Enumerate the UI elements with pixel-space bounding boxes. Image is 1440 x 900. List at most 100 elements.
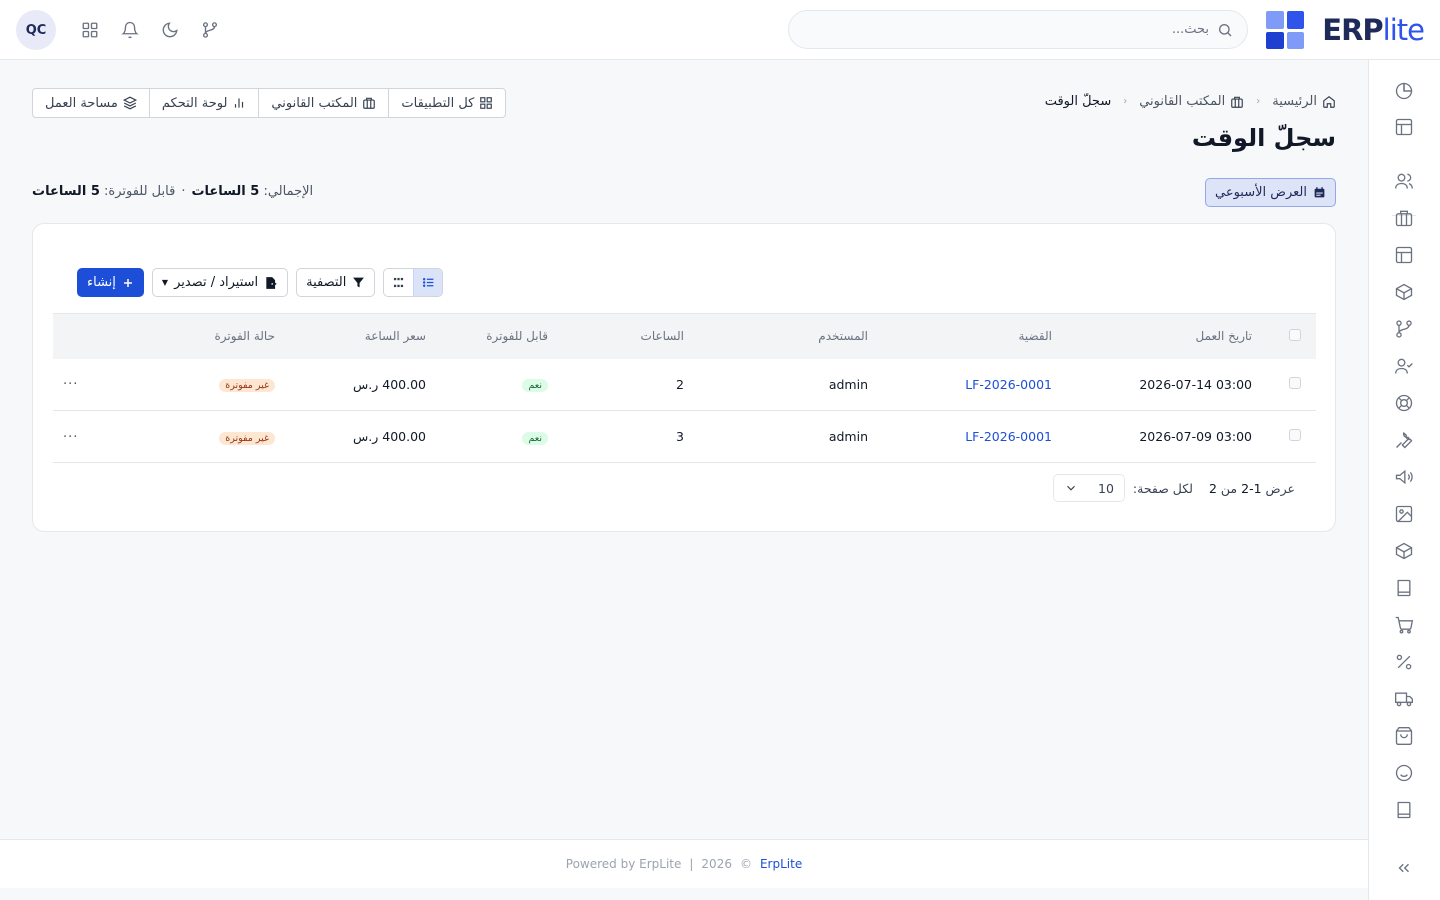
bell-icon[interactable] [110,10,150,50]
billable-badge: نعم [522,431,548,445]
filter-button[interactable]: التصفية [296,268,376,297]
book-icon[interactable] [1392,576,1416,600]
briefcase-icon [362,96,376,110]
apps-grid-icon[interactable] [70,10,110,50]
weekly-view-button[interactable]: العرض الأسبوعي [1204,178,1336,207]
briefcase-icon[interactable] [1392,206,1416,230]
summary-dot: · [181,184,186,199]
smile-icon[interactable] [1392,761,1416,785]
column-header[interactable]: تاريخ العمل [1196,329,1253,343]
percent-icon[interactable] [1392,650,1416,674]
wrench-icon[interactable] [1392,428,1416,452]
billable-badge: نعم [522,379,548,393]
time-log-table: تاريخ العمل القضية المستخدم الساعات قابل… [53,313,1316,463]
filter-label: التصفية [306,275,347,290]
footer-brand-link[interactable]: ErpLite [760,857,802,871]
life-buoy-icon[interactable] [1392,391,1416,415]
collapse-sidebar-icon[interactable] [1392,856,1416,880]
filter-icon [352,276,365,289]
row-checkbox[interactable] [1289,429,1301,441]
rate-cell: 400.00 ر.س [353,429,426,444]
git-branch-icon[interactable] [1392,317,1416,341]
briefcase-icon [1230,95,1244,109]
user-cell: admin [828,429,868,444]
row-checkbox[interactable] [1289,376,1301,389]
import-export-button[interactable]: استيراد / تصدير ▼ [151,268,289,297]
breadcrumb-legal-office[interactable]: المكتب القانوني [1139,94,1244,109]
user-cell: admin [828,376,868,392]
grid-view-icon [393,277,404,288]
total-summary: الإجمالي: 5 الساعات [191,184,314,199]
file-export-icon [264,276,278,290]
plus-icon [122,277,134,289]
layout-icon[interactable] [1392,243,1416,267]
case-link[interactable]: LF-2026-0001 [965,377,1052,392]
shopping-bag-icon[interactable] [1392,724,1416,748]
billable-summary: قابل للفوترة: 5 الساعات [32,184,176,199]
column-header[interactable]: المستخدم [818,329,868,343]
list-view-button[interactable] [413,269,443,296]
import-export-label: استيراد / تصدير [174,275,259,290]
column-header[interactable]: حالة الفوترة [215,329,276,343]
box-icon[interactable] [1392,539,1416,563]
breadcrumb: الرئيسية ‹ المكتب القانوني ‹ سجلّ الوقت [1045,94,1336,109]
users-icon[interactable] [1392,169,1416,193]
column-header[interactable]: الساعات [641,329,684,343]
breadcrumb-home[interactable]: الرئيسية [1272,94,1336,109]
rate-cell: 400.00 ر.س [353,376,426,392]
per-page-label: لكل صفحة: [1132,480,1193,496]
cart-icon[interactable] [1392,613,1416,637]
per-page-select[interactable]: 10 [1052,474,1125,502]
billing-status-badge: غير مفوترة [219,379,275,393]
megaphone-icon[interactable] [1392,465,1416,489]
workspace-link[interactable]: مساحة العمل [33,89,149,117]
column-header[interactable]: قابل للفوترة [486,329,548,343]
legal-office-label: المكتب القانوني [271,95,358,111]
view-toggle [383,268,444,297]
legal-office-link[interactable]: المكتب القانوني [258,89,388,117]
top-bar: ERPlite QC [0,0,1440,60]
pie-chart-icon[interactable] [1392,79,1416,103]
dashboard-link[interactable]: لوحة التحكم [148,89,259,117]
logo[interactable]: ERPlite [1266,10,1425,50]
column-header[interactable]: القضية [1018,329,1052,343]
image-icon[interactable] [1392,502,1416,526]
create-button[interactable]: إنشاء [77,268,144,297]
table-row[interactable]: 2026-07-09 03:00 LF-2026-0001 admin 3 نع… [53,410,1316,463]
truck-icon[interactable] [1392,687,1416,711]
list-toolbar: إنشاء استيراد / تصدير ▼ التصفية [77,268,444,297]
per-page-value: 10 [1098,480,1114,496]
user-check-icon[interactable] [1392,354,1416,378]
powered-by: Powered by ErpLite [565,857,682,871]
chevron-down-icon [1064,481,1078,495]
book-icon[interactable] [1392,798,1416,822]
logo-mark-icon [1266,11,1305,49]
row-actions-menu[interactable]: ··· [63,377,78,392]
weekly-view-label: العرض الأسبوعي [1214,185,1307,200]
table-row[interactable]: 2026-07-14 03:00 LF-2026-0001 admin 2 نع… [53,358,1316,411]
pagination-summary: عرض 1-2 من 2 [1208,480,1295,496]
search-input[interactable] [829,22,1209,37]
column-header[interactable]: سعر الساعة [365,329,426,343]
all-apps-link[interactable]: كل التطبيقات [388,89,505,117]
layout-icon[interactable] [1392,115,1416,139]
dashboard-label: لوحة التحكم [161,95,228,111]
time-log-card: إنشاء استيراد / تصدير ▼ التصفية تاريخ ال… [32,223,1336,532]
moon-icon[interactable] [150,10,190,50]
package-icon[interactable] [1392,280,1416,304]
caret-down-icon: ▼ [161,278,169,287]
git-branch-icon[interactable] [190,10,230,50]
select-all-checkbox[interactable] [1289,328,1301,341]
breadcrumb-separator: ‹ [1256,96,1261,107]
case-link[interactable]: LF-2026-0001 [965,429,1052,444]
table-header-row: تاريخ العمل القضية المستخدم الساعات قابل… [53,313,1316,359]
search-box[interactable] [788,10,1248,49]
row-actions-menu[interactable]: ··· [63,430,78,445]
grid-view-button[interactable] [384,269,413,296]
avatar[interactable]: QC [16,10,56,50]
breadcrumb-parent-label: المكتب القانوني [1139,94,1226,109]
pagination: عرض 1-2 من 2 لكل صفحة: 10 [1052,474,1295,502]
footer-divider: | [689,857,694,871]
quick-links: مساحة العمل لوحة التحكم المكتب القانوني … [32,88,507,118]
breadcrumb-separator: ‹ [1123,96,1128,107]
